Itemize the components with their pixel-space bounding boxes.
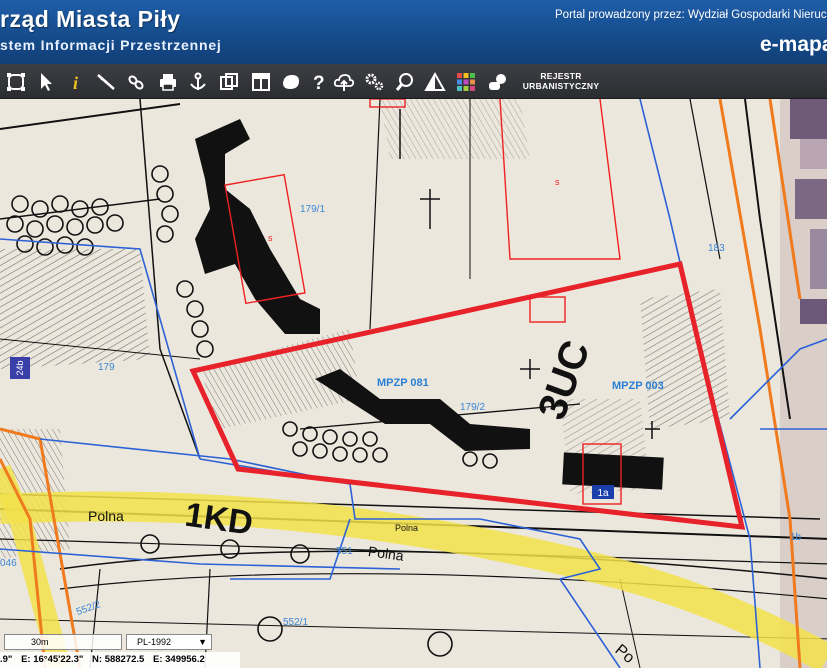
shape-icon[interactable] <box>277 68 304 95</box>
rejestr-line2: URBANISTYCZNY <box>522 81 600 91</box>
crs-value: PL-1992 <box>137 637 172 647</box>
mpzp-081-label: MPZP 081 <box>377 377 429 389</box>
coord-e: E: 349956.2 <box>152 654 205 665</box>
coord-lat: .9" <box>0 654 13 665</box>
mpzp-003-label: MPZP 003 <box>612 380 664 392</box>
measure-line-icon[interactable] <box>92 68 119 95</box>
coord-e-geo: E: 16°45'22.3" <box>21 654 84 665</box>
street-label-polna-1: Polna <box>88 508 124 524</box>
s-mark-2: s <box>555 177 560 187</box>
svg-text:1a: 1a <box>597 488 609 499</box>
color-grid-icon[interactable] <box>452 68 479 95</box>
cloud-upload-icon[interactable] <box>330 68 357 95</box>
app-subtitle: stem Informacji Przestrzennej <box>0 37 222 53</box>
svg-text:24b: 24b <box>15 360 25 375</box>
search-zoom-icon[interactable] <box>391 68 418 95</box>
chevron-down-icon: ▼ <box>198 637 207 647</box>
satellite-edge <box>780 99 827 668</box>
app-header: rząd Miasta Piły stem Informacji Przestr… <box>0 0 827 64</box>
scale-indicator: 30m <box>4 634 122 650</box>
brand-logo[interactable]: e-mapa <box>760 33 827 57</box>
parcel-551-label: 551 <box>336 546 353 557</box>
map-canvas[interactable]: 1a 24b 3UC 1KD Polna Polna Polna Po MPZP… <box>0 99 827 668</box>
coord-n: N: 588272.5 <box>92 654 145 665</box>
rejestr-urbanistyczny-button[interactable]: REJESTR URBANISTYCZNY <box>520 71 602 93</box>
parcel-046-label: 046 <box>0 558 17 569</box>
parcel-1b-label: 1b <box>790 532 802 543</box>
portal-owner-text: Portal prowadzony przez: Wydział Gospoda… <box>555 9 827 21</box>
parcel-179-label: 179 <box>98 362 115 373</box>
parcel-179-1-label: 179/1 <box>300 204 325 215</box>
map-toolbar: i ? REJESTR URBANISTYCZNY <box>0 64 827 99</box>
badge-1a[interactable]: 1a <box>592 485 614 499</box>
scale-label: 30m <box>31 637 49 647</box>
svg-text:i: i <box>73 73 78 93</box>
rejestr-line1: REJESTR <box>540 71 582 81</box>
settings-icon[interactable] <box>360 68 387 95</box>
copy-icon[interactable] <box>215 68 242 95</box>
link-icon[interactable] <box>122 68 149 95</box>
anchor-icon[interactable] <box>184 68 211 95</box>
parcel-552-1-label: 552/1 <box>283 617 308 628</box>
help-icon[interactable]: ? <box>305 68 332 95</box>
parcel-183-label: 183 <box>708 243 725 254</box>
coordinates-readout: .9" E: 16°45'22.3" N: 588272.5 E: 349956… <box>0 652 240 668</box>
print-icon[interactable] <box>154 68 181 95</box>
crs-select[interactable]: PL-1992 ▼ <box>126 634 212 650</box>
layers-icon[interactable] <box>484 68 511 95</box>
app-title: rząd Miasta Piły <box>0 6 181 32</box>
street-label-polna-3: Polna <box>395 523 418 533</box>
parcel-179-2-label: 179/2 <box>460 402 485 413</box>
badge-24b[interactable]: 24b <box>10 357 30 379</box>
pointer-icon[interactable] <box>32 68 59 95</box>
warning-icon[interactable] <box>421 68 448 95</box>
s-mark-1: s <box>268 233 273 243</box>
layout-icon[interactable] <box>247 68 274 95</box>
svg-text:?: ? <box>313 73 325 93</box>
zoom-extent-icon[interactable] <box>2 68 29 95</box>
info-icon[interactable]: i <box>62 68 89 95</box>
